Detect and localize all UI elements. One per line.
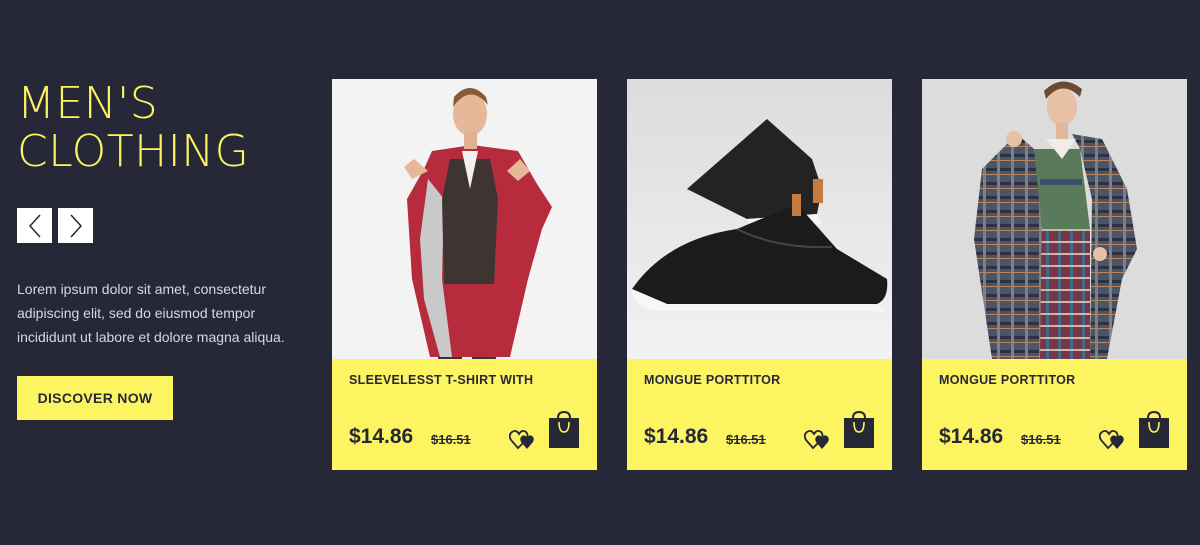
product-price: $14.86 [939,425,1004,448]
product-info: MONGUE PORTTITOR $14.86 $16.51 [922,359,1187,470]
shopping-bag-icon[interactable] [1138,410,1170,449]
product-name[interactable]: MONGUE PORTTITOR [939,373,1076,387]
page-title: MEN'S CLOTHING [17,80,307,176]
product-price: $14.86 [644,425,709,448]
product-info: MONGUE PORTTITOR $14.86 $16.51 [627,359,892,470]
shopping-bag-icon[interactable] [548,410,580,449]
hero-description: Lorem ipsum dolor sit amet, consectetur … [17,281,285,345]
title-line-2: CLOTHING [17,126,250,177]
discover-now-button[interactable]: DISCOVER NOW [17,376,173,420]
product-name[interactable]: MONGUE PORTTITOR [644,373,781,387]
product-old-price: $16.51 [726,432,766,447]
black-shoes-illustration [627,79,892,359]
product-image-plaid-coat[interactable] [922,79,1187,359]
plaid-coat-illustration [922,79,1187,359]
hero-intro: MEN'S CLOTHING Lorem ipsum dolor sit ame… [17,80,307,420]
product-price: $14.86 [349,425,414,448]
product-name[interactable]: SLEEVELESST T-SHIRT WITH [349,373,533,387]
product-image-man-red-coat[interactable] [332,79,597,359]
product-card[interactable]: MONGUE PORTTITOR $14.86 $16.51 [922,79,1187,470]
hearts-icon[interactable] [1099,428,1127,450]
product-old-price: $16.51 [1021,432,1061,447]
product-card[interactable]: SLEEVELESST T-SHIRT WITH $14.86 $16.51 [332,79,597,470]
chevron-right-icon [69,213,82,238]
shopping-bag-icon[interactable] [843,410,875,449]
product-image-shoes[interactable] [627,79,892,359]
prev-button[interactable] [17,208,52,243]
chevron-left-icon [28,213,41,238]
next-button[interactable] [58,208,93,243]
hearts-icon[interactable] [804,428,832,450]
product-card[interactable]: MONGUE PORTTITOR $14.86 $16.51 [627,79,892,470]
product-info: SLEEVELESST T-SHIRT WITH $14.86 $16.51 [332,359,597,470]
title-line-1: MEN'S [17,78,159,129]
carousel-arrows [17,208,307,243]
product-old-price: $16.51 [431,432,471,447]
hearts-icon[interactable] [509,428,537,450]
man-red-coat-illustration [332,79,597,359]
